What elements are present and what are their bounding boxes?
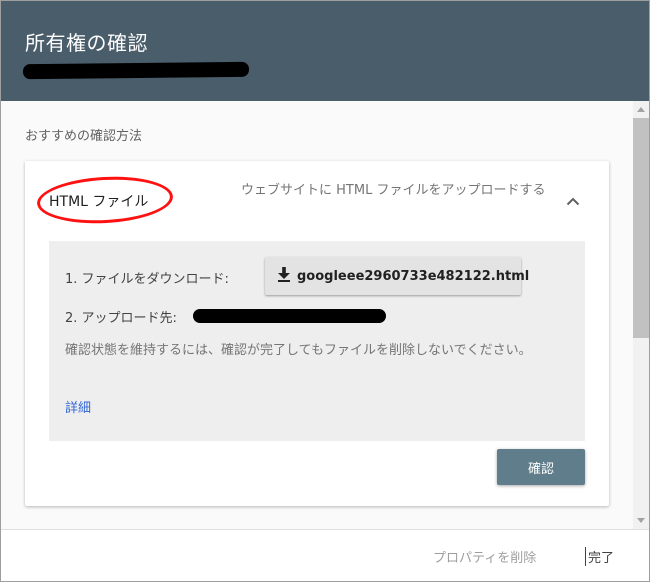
method-instructions-panel: 1. ファイルをダウンロード: googleee2960733e482122.h… <box>49 241 585 441</box>
dialog-content: おすすめの確認方法 HTML ファイル ウェブサイトに HTML ファイルをアッ… <box>1 101 633 529</box>
upload-step-label: 2. アップロード先: <box>65 311 177 326</box>
scroll-up-arrow-icon[interactable] <box>637 107 645 112</box>
html-file-method-card: HTML ファイル ウェブサイトに HTML ファイルをアップロードする 1. … <box>25 161 609 506</box>
method-description: ウェブサイトに HTML ファイルをアップロードする <box>241 183 546 198</box>
recommended-method-label: おすすめの確認方法 <box>25 129 143 144</box>
redacted-upload-url <box>193 309 386 323</box>
delete-property-button[interactable]: プロパティを削除 <box>433 547 536 566</box>
ownership-verification-dialog: 所有権の確認 おすすめの確認方法 HTML ファイル ウェブサイトに HTML … <box>0 0 650 582</box>
download-step-label: 1. ファイルをダウンロード: <box>65 272 229 287</box>
details-link[interactable]: 詳細 <box>65 397 91 416</box>
red-annotation-circle <box>35 173 175 227</box>
keep-file-note: 確認状態を維持するには、確認が完了してもファイルを削除しないでください。 <box>65 343 532 358</box>
scrollbar-thumb[interactable] <box>633 118 649 338</box>
dialog-header: 所有権の確認 <box>1 1 649 101</box>
verify-button[interactable]: 確認 <box>497 449 585 485</box>
download-filename: googleee2960733e482122.html <box>297 268 530 284</box>
dialog-footer: プロパティを削除 完了 <box>1 529 649 581</box>
scroll-down-arrow-icon[interactable] <box>637 518 645 523</box>
redacted-property-url <box>22 61 250 80</box>
vertical-scrollbar[interactable] <box>633 101 649 529</box>
download-file-button[interactable]: googleee2960733e482122.html <box>265 257 529 295</box>
download-icon <box>277 266 291 286</box>
chevron-up-icon[interactable] <box>561 189 585 213</box>
dialog-title: 所有権の確認 <box>25 31 148 55</box>
done-button[interactable]: 完了 <box>585 547 614 566</box>
